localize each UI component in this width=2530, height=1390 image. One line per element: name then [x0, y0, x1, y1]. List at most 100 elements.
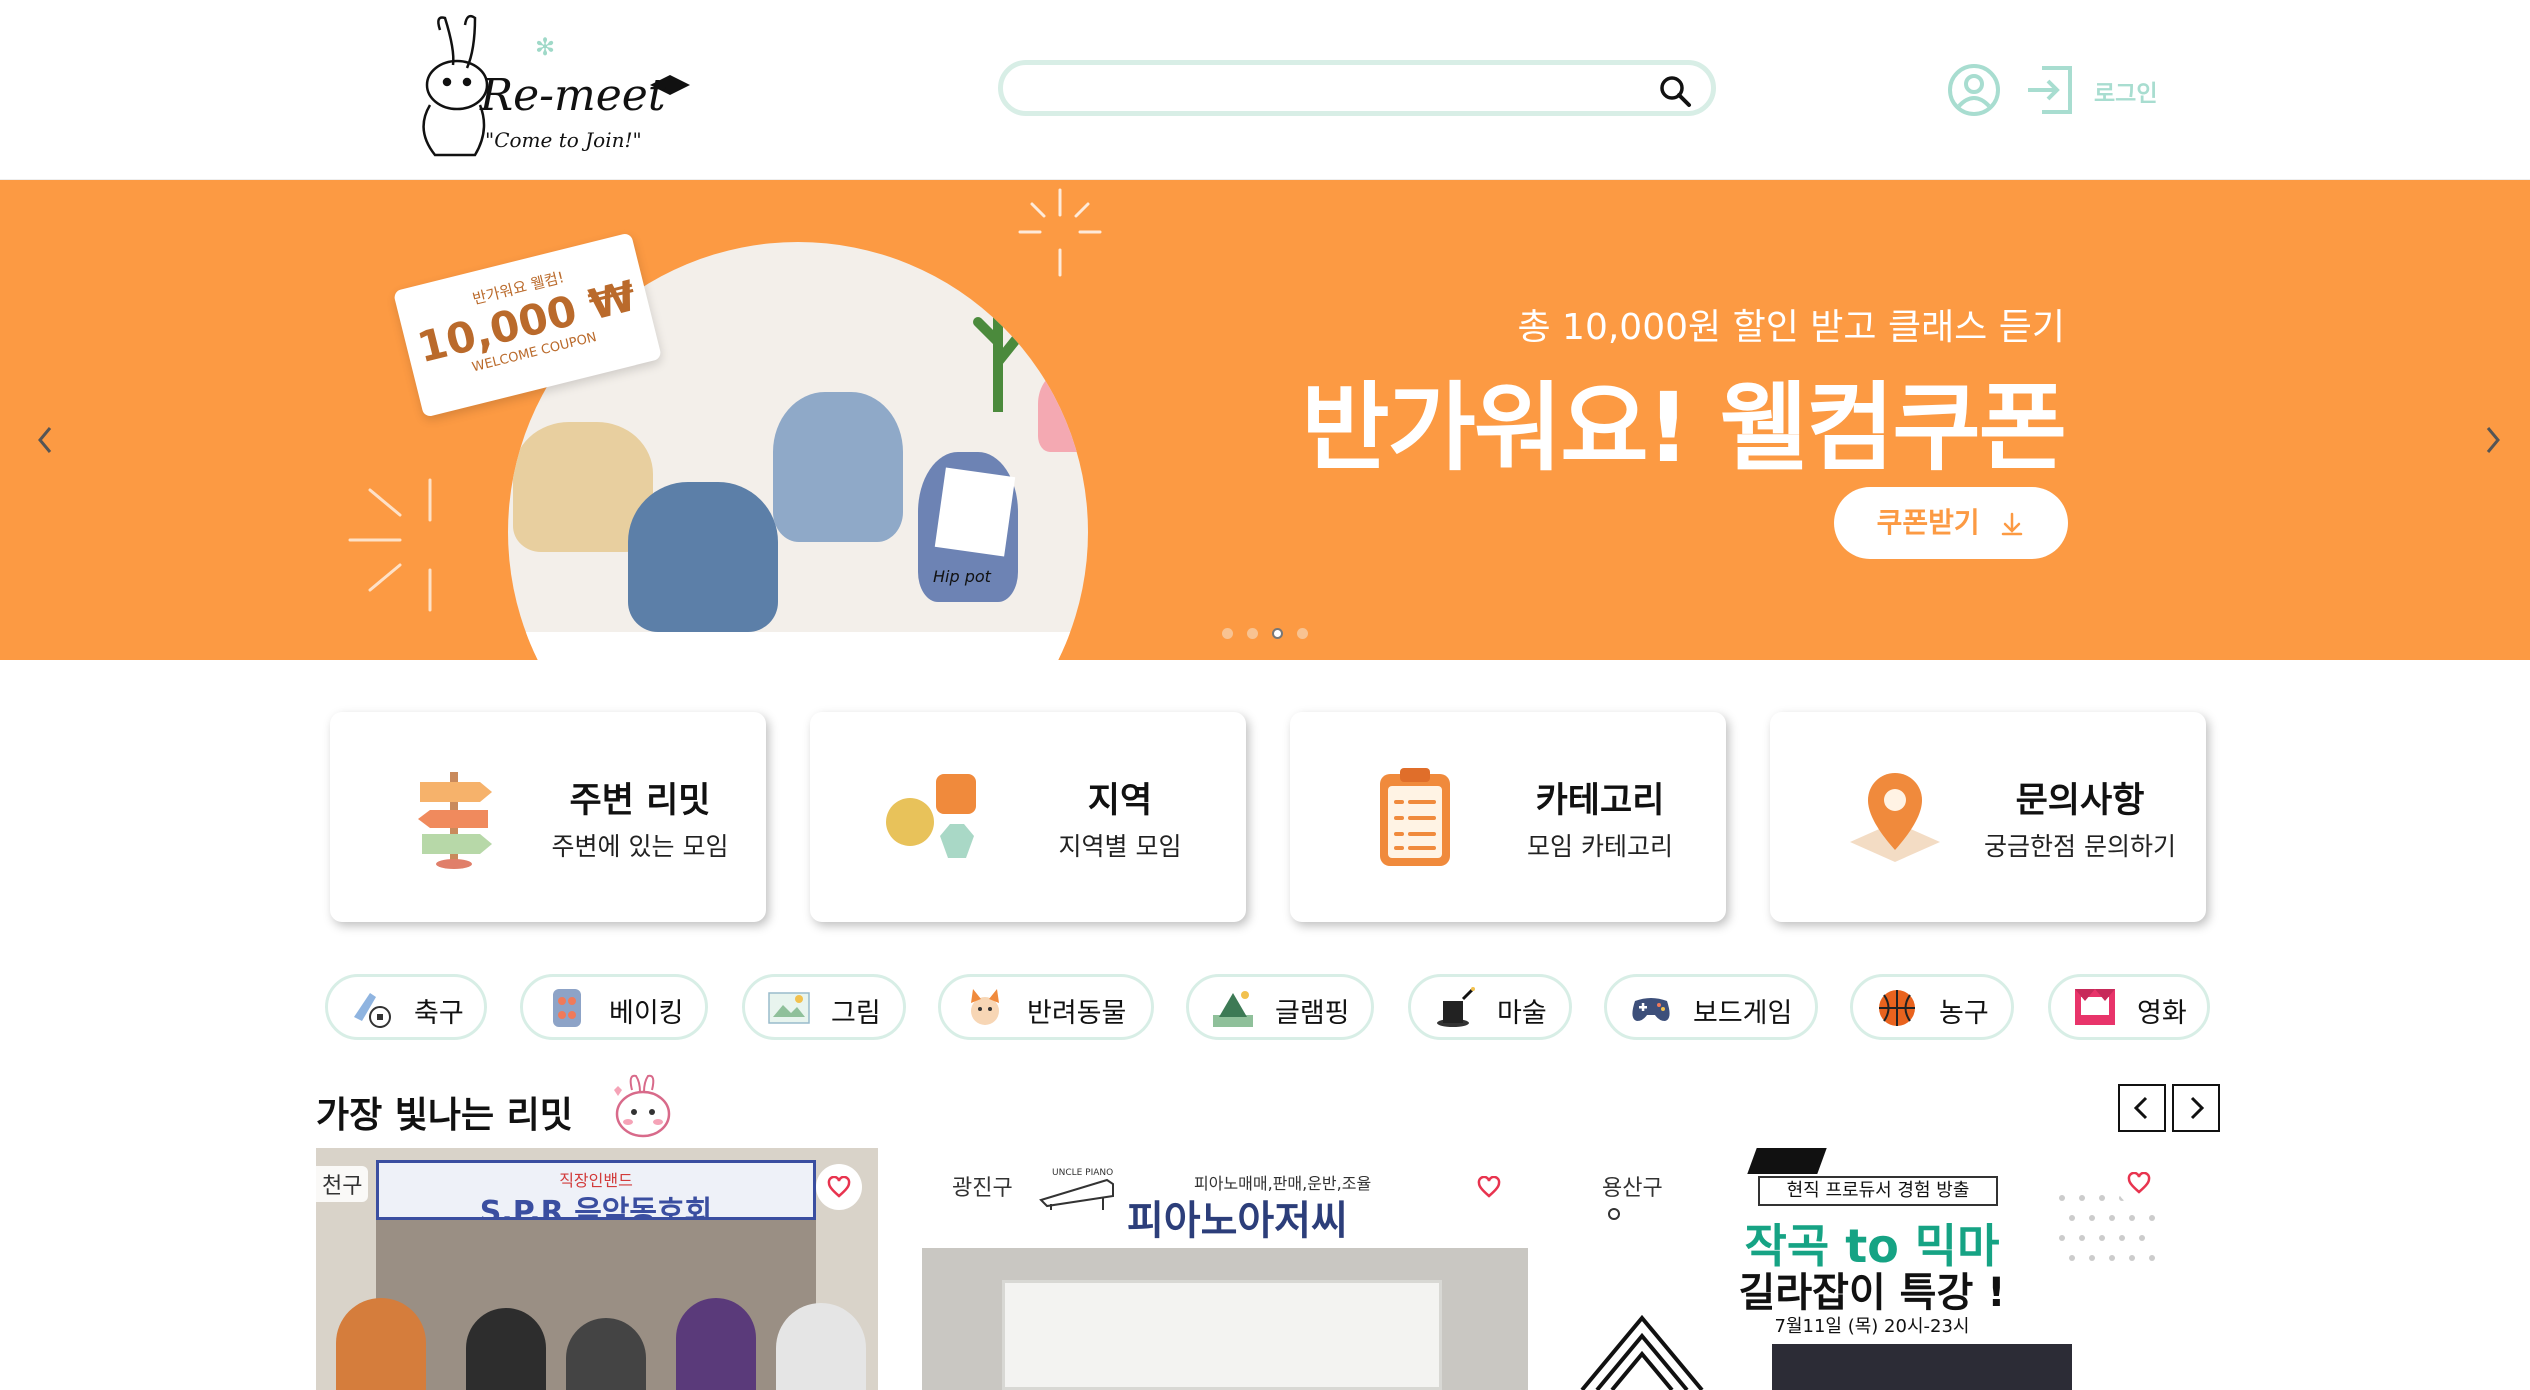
user-profile-icon[interactable] — [1946, 62, 2002, 118]
basketball-icon — [1879, 990, 1915, 1026]
search-input[interactable] — [1033, 71, 1633, 105]
search-bar — [998, 60, 1716, 116]
site-header: ✻ Re-meet "Come to Join!" 로그인 — [0, 0, 2530, 180]
event-subtitle: 길라잡이 특강 ! — [1738, 1270, 2006, 1316]
quick-menu-category[interactable]: 카테고리 모임 카테고리 — [1290, 712, 1726, 922]
cinema-icon — [2075, 989, 2115, 1025]
region-tag: 용산구 — [1596, 1168, 1669, 1204]
category-soccer[interactable]: 축구 — [325, 974, 487, 1040]
search-icon[interactable] — [1657, 73, 1693, 109]
category-label: 축구 — [414, 998, 464, 1029]
quick-menu-subtitle: 주변에 있는 모임 — [551, 832, 729, 861]
like-button[interactable] — [1466, 1164, 1512, 1210]
logo-wordmark: Re-meet — [480, 70, 666, 121]
pot-image — [1038, 372, 1088, 452]
category-label: 반려동물 — [1027, 998, 1127, 1029]
carousel-dot-active[interactable] — [1272, 628, 1283, 639]
carousel-dot[interactable] — [1247, 628, 1258, 639]
sparkle-decoration — [348, 478, 432, 612]
featured-card[interactable]: 광진구 UNCLE PIANO 피아노매매,판매,운반,조율 피아노아저씨 — [922, 1148, 1528, 1390]
get-coupon-label: 쿠폰받기 — [1876, 506, 1980, 539]
quick-menu-title: 주변 리밋 — [569, 781, 711, 821]
quick-menu-region[interactable]: 지역 지역별 모임 — [810, 712, 1246, 922]
category-baking[interactable]: 베이킹 — [520, 974, 708, 1040]
shapes-icon — [886, 774, 976, 858]
signpost-icon — [418, 772, 492, 869]
location-pin-icon — [1850, 773, 1940, 862]
category-label: 그림 — [831, 998, 881, 1029]
soccer-icon — [354, 993, 391, 1028]
banner-prev-arrow-icon[interactable] — [30, 420, 60, 460]
section-title: 가장 빛나는 리밋 — [316, 1095, 573, 1136]
category-movie[interactable]: 영화 — [2048, 974, 2210, 1040]
featured-prev-button[interactable] — [2118, 1084, 2166, 1132]
hero-banner: Hip pot 반가워요 웰컴! 10,000 ₩ WELCOME COUPON… — [0, 180, 2530, 660]
svg-text:✻: ✻ — [535, 33, 555, 61]
person — [776, 1303, 866, 1390]
clipboard-icon — [1380, 768, 1450, 866]
carousel-dots — [1222, 624, 1322, 640]
gamepad-icon — [1632, 998, 1670, 1021]
decorative-stripe — [1747, 1148, 1827, 1174]
region-tag: 천구 — [316, 1166, 369, 1202]
brand-text: UNCLE PIANO — [1052, 1168, 1114, 1178]
quick-menu-title: 지역 — [1087, 781, 1153, 821]
pot-label: Hip pot — [933, 567, 991, 586]
magic-hat-icon — [1437, 987, 1475, 1027]
baking-icon — [553, 989, 581, 1027]
login-icon[interactable] — [2022, 62, 2078, 118]
featured-next-button[interactable] — [2172, 1084, 2220, 1132]
circle-mark-icon — [1608, 1208, 1620, 1220]
category-drawing[interactable]: 그림 — [742, 974, 906, 1040]
event-tag: 현직 프로듀서 경험 방출 — [1758, 1176, 1998, 1206]
quick-menu-title: 카테고리 — [1535, 781, 1665, 821]
banner-headline: 반가워요! 웰컴쿠폰 — [1301, 372, 2067, 484]
category-label: 베이킹 — [609, 998, 684, 1029]
quick-menu-nearby[interactable]: 주변 리밋 주변에 있는 모임 — [330, 712, 766, 922]
get-coupon-button[interactable]: 쿠폰받기 — [1834, 487, 2068, 559]
login-link[interactable]: 로그인 — [2094, 74, 2157, 108]
category-label: 글램핑 — [1275, 998, 1350, 1029]
quick-menu-title: 문의사항 — [2015, 781, 2145, 821]
cactus-plant — [973, 297, 1023, 412]
category-glamping[interactable]: 글램핑 — [1186, 974, 1374, 1040]
like-button[interactable] — [2116, 1160, 2162, 1206]
heart-icon — [1477, 1176, 1501, 1198]
quick-menu-subtitle: 모임 카테고리 — [1527, 832, 1673, 861]
category-label: 농구 — [1939, 998, 1989, 1029]
region-tag: 광진구 — [946, 1168, 1019, 1204]
event-date: 7월11일 (목) 20시-23시 — [1774, 1316, 1970, 1337]
person — [466, 1308, 546, 1390]
category-label: 보드게임 — [1693, 998, 1793, 1029]
logo[interactable]: ✻ Re-meet "Come to Join!" — [395, 10, 695, 170]
sparkle-decoration — [1018, 188, 1102, 277]
chevron-right-icon — [2190, 1096, 2205, 1120]
quick-menu-subtitle: 지역별 모임 — [1058, 832, 1182, 861]
category-boardgame[interactable]: 보드게임 — [1604, 974, 1818, 1040]
category-label: 영화 — [2137, 998, 2187, 1029]
banner-next-arrow-icon[interactable] — [2478, 420, 2508, 460]
carousel-dot[interactable] — [1297, 628, 1308, 639]
shelf — [508, 632, 1088, 660]
like-button[interactable] — [816, 1164, 862, 1210]
person — [566, 1318, 646, 1390]
studio-desk — [1772, 1344, 2072, 1390]
featured-card[interactable]: 용산구 현직 프로듀서 경험 방출 작곡 to 믹마 길라잡이 특강 ! 7월1… — [1572, 1148, 2178, 1390]
pot-image — [628, 482, 778, 632]
category-label: 마술 — [1497, 998, 1547, 1029]
quick-menu-subtitle: 궁금한점 문의하기 — [1984, 832, 2176, 861]
category-basketball[interactable]: 농구 — [1850, 974, 2014, 1040]
club-banner-main: 피아노아저씨 — [1127, 1198, 1348, 1244]
featured-card[interactable]: 직장인밴드 S.P.R 음악동호회 천구 — [316, 1148, 878, 1390]
drawing-icon — [768, 992, 810, 1024]
category-pets[interactable]: 반려동물 — [938, 974, 1154, 1040]
category-magic[interactable]: 마술 — [1408, 974, 1572, 1040]
banner-subtitle: 총 10,000원 할인 받고 클래스 듣기 — [1517, 307, 2065, 348]
glamping-icon — [1213, 991, 1253, 1027]
quick-menu-inquiry[interactable]: 문의사항 궁금한점 문의하기 — [1770, 712, 2206, 922]
download-arrow-icon — [2002, 512, 2023, 536]
chevron-left-icon — [2133, 1096, 2148, 1120]
carousel-dot[interactable] — [1222, 628, 1233, 639]
heart-icon — [827, 1176, 851, 1198]
pot-tag — [934, 467, 1016, 557]
